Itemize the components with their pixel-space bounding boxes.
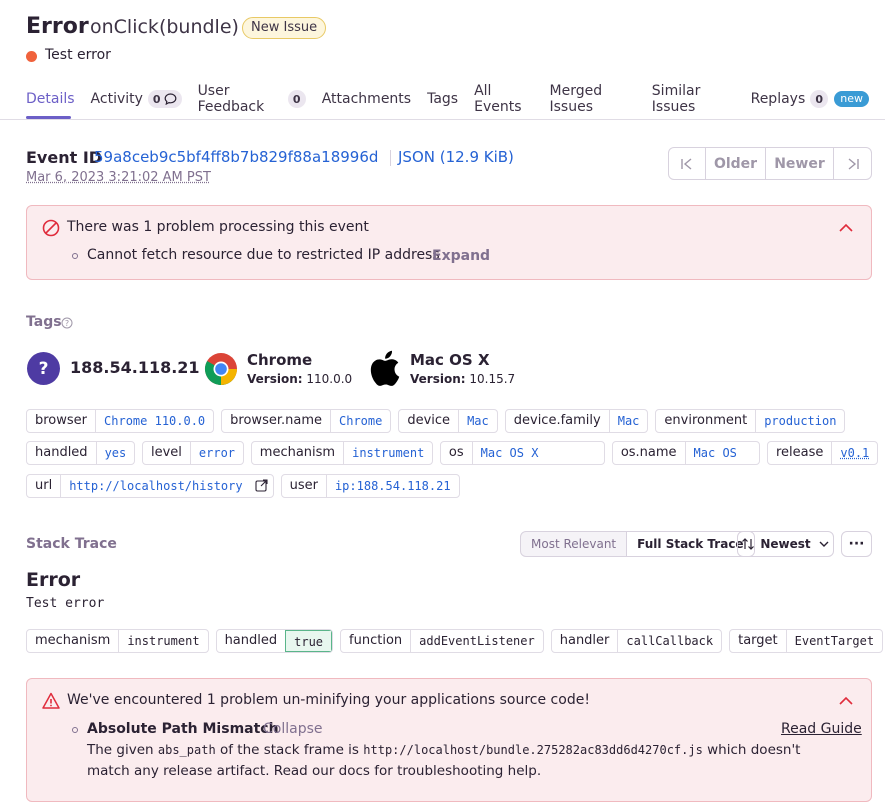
alert-title: There was 1 problem processing this even… [67, 219, 369, 235]
user-ip: 188.54.118.21 [70, 358, 200, 377]
last-event-button[interactable] [834, 148, 871, 179]
tab-similar-issues[interactable]: Similar Issues [652, 83, 735, 115]
last-page-icon [848, 157, 859, 170]
tag-level[interactable]: level error [141, 441, 244, 465]
first-event-button[interactable] [669, 148, 706, 179]
target-tag: target EventTarget [729, 629, 884, 653]
tag-row: url http://localhost/history user ip:188.5… [26, 474, 467, 498]
error-level-dot [26, 51, 37, 62]
newer-button[interactable]: Newer [766, 148, 834, 179]
exception-type: Error [26, 569, 81, 591]
chrome-icon [204, 353, 237, 386]
most-relevant-option[interactable]: Most Relevant [521, 532, 626, 556]
event-timestamp[interactable]: Mar 6, 2023 3:21:02 AM PST [26, 170, 211, 185]
tab-attachments[interactable]: Attachments [322, 91, 411, 107]
event-id-label: Event ID [26, 148, 103, 167]
tab-replays[interactable]: Replays 0 new [751, 90, 869, 108]
tag-release[interactable]: release v0.1 [766, 441, 878, 465]
mechanism-tag: mechanism instrument [26, 629, 209, 653]
stack-view-toggle: Most Relevant Full Stack Trace [520, 531, 755, 557]
chevron-up-icon[interactable] [838, 693, 854, 709]
tab-bar: Details Activity 0 User Feedback 0 Attac… [26, 83, 885, 115]
full-stack-trace-option[interactable]: Full Stack Trace [626, 532, 754, 556]
tag-os-name[interactable]: os.nameMac OS X [611, 441, 760, 465]
header-separator [390, 150, 391, 166]
os-version: Version: 10.15.7 [410, 372, 516, 386]
expand-link[interactable]: Expand [432, 248, 490, 264]
sourcemap-error-alert: We've encountered 1 problem un-minifying… [26, 678, 872, 802]
browser-name: Chrome [247, 351, 313, 369]
function-tag: function addEventListener [340, 629, 544, 653]
issue-function: onClick(bundle) [90, 16, 239, 38]
tag-mechanism[interactable]: mechanism instrument [250, 441, 433, 465]
more-options-button[interactable]: ··· [841, 531, 872, 557]
tag-browser[interactable]: browser Chrome 110.0.0 [26, 409, 215, 433]
event-id-link[interactable]: 59a8ceb9c5bf4ff8b7b829f88a18996d [94, 148, 378, 166]
apple-icon [370, 350, 400, 386]
chevron-up-icon[interactable] [838, 220, 854, 236]
new-issue-badge: New Issue [242, 17, 327, 39]
read-guide-link[interactable]: Read Guide [781, 721, 862, 737]
tag-user[interactable]: user ip:188.54.118.21 [280, 474, 460, 498]
tags-heading: Tags [26, 314, 62, 330]
activity-count: 0 [147, 90, 182, 108]
tag-device[interactable]: device Mac [398, 409, 498, 433]
event-pager: Older Newer [668, 147, 872, 180]
first-page-icon [681, 157, 692, 170]
problem-description-line-1: The given abs_path of the stack frame is… [87, 742, 801, 758]
os-name: Mac OS X [410, 351, 490, 369]
user-feedback-count: 0 [287, 90, 306, 108]
problem-description-line-2: match any release artifact. Read our doc… [87, 763, 542, 779]
tag-browser-name[interactable]: browser.name Chrome [221, 409, 392, 433]
older-button[interactable]: Older [706, 148, 766, 179]
sourcemap-alert-title: We've encountered 1 problem un-minifying… [67, 692, 590, 708]
bullet-icon [72, 727, 78, 733]
processing-error-alert: There was 1 problem processing this even… [26, 205, 872, 280]
mechanism-tags: mechanism instrument handled true function… [26, 629, 885, 653]
stack-trace-heading: Stack Trace [26, 536, 117, 552]
tag-os[interactable]: osMac OS X 10.15.7 [439, 441, 605, 465]
tab-activity[interactable]: Activity 0 [91, 90, 182, 108]
tag-row: handled yes level error mechanism instrumen… [26, 441, 885, 465]
collapse-link[interactable]: Collapse [263, 721, 323, 737]
tag-url[interactable]: url http://localhost/history [26, 474, 274, 498]
sort-icon [742, 538, 755, 550]
tab-tags[interactable]: Tags [427, 91, 458, 107]
tab-merged-issues[interactable]: Merged Issues [550, 83, 636, 115]
tab-user-feedback[interactable]: User Feedback 0 [198, 83, 306, 115]
error-circle-icon [42, 219, 60, 237]
bullet-icon [72, 253, 78, 259]
svg-text:?: ? [65, 319, 69, 328]
tag-environment[interactable]: environment production [655, 409, 846, 433]
sort-dropdown[interactable]: Newest [737, 531, 834, 557]
tag-row: browser Chrome 110.0.0 browser.name Chrome… [26, 409, 852, 433]
json-link[interactable]: JSON (12.9 KiB) [398, 148, 514, 166]
issue-title: Error [26, 14, 89, 39]
problem-type: Absolute Path Mismatch [87, 721, 279, 737]
new-feature-pill: new [834, 91, 869, 107]
external-link-icon[interactable] [251, 475, 273, 497]
warning-icon [42, 692, 60, 709]
comment-icon [164, 93, 176, 105]
tab-details[interactable]: Details [26, 91, 75, 107]
tab-all-events[interactable]: All Events [474, 83, 533, 115]
unknown-user-icon: ? [27, 352, 60, 385]
help-icon[interactable]: ? [61, 317, 73, 329]
chevron-down-icon [819, 541, 829, 547]
problem-item: Cannot fetch resource due to restricted … [87, 247, 440, 263]
handled-tag: handled true [215, 629, 334, 653]
exception-message: Test error [26, 596, 105, 611]
tag-handled[interactable]: handled yes [26, 441, 135, 465]
browser-version: Version: 110.0.0 [247, 372, 353, 386]
issue-subtitle: Test error [45, 47, 111, 63]
tab-divider [0, 119, 885, 120]
handler-tag: handler callCallback [550, 629, 723, 653]
tag-device-family[interactable]: device.family Mac [504, 409, 649, 433]
replays-count: 0 [810, 90, 829, 108]
